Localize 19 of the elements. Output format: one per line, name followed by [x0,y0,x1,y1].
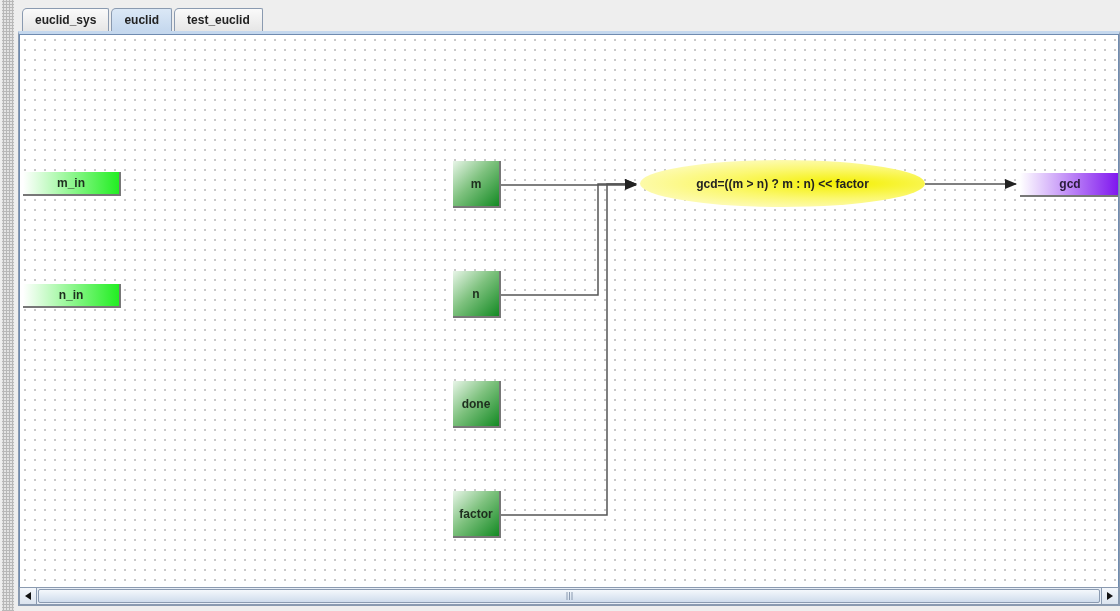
expression-node[interactable]: gcd=((m > n) ? m : n) << factor [640,160,925,207]
tab[interactable]: euclid_sys [22,8,110,31]
port-node[interactable]: factor [453,491,501,538]
left-arrow-icon [25,592,31,600]
output-node[interactable]: gcd [1020,173,1118,197]
port-node[interactable]: m [453,161,501,208]
tab[interactable]: euclid [111,8,173,31]
tab[interactable]: test_euclid [174,8,263,31]
grip-icon [565,592,573,600]
port-node[interactable]: done [453,381,501,428]
resize-handle[interactable] [2,0,14,611]
scroll-right-button[interactable] [1101,588,1118,604]
input-node[interactable]: n_in [23,284,121,308]
scrollbar-thumb[interactable] [38,589,1100,603]
scroll-left-button[interactable] [20,588,37,604]
right-arrow-icon [1107,592,1113,600]
input-node[interactable]: m_in [23,172,121,196]
port-node[interactable]: n [453,271,501,318]
diagram-canvas[interactable]: m_in n_in m n done factor gcd=((m > n) ? m : n) << factor gcd [19,34,1119,587]
